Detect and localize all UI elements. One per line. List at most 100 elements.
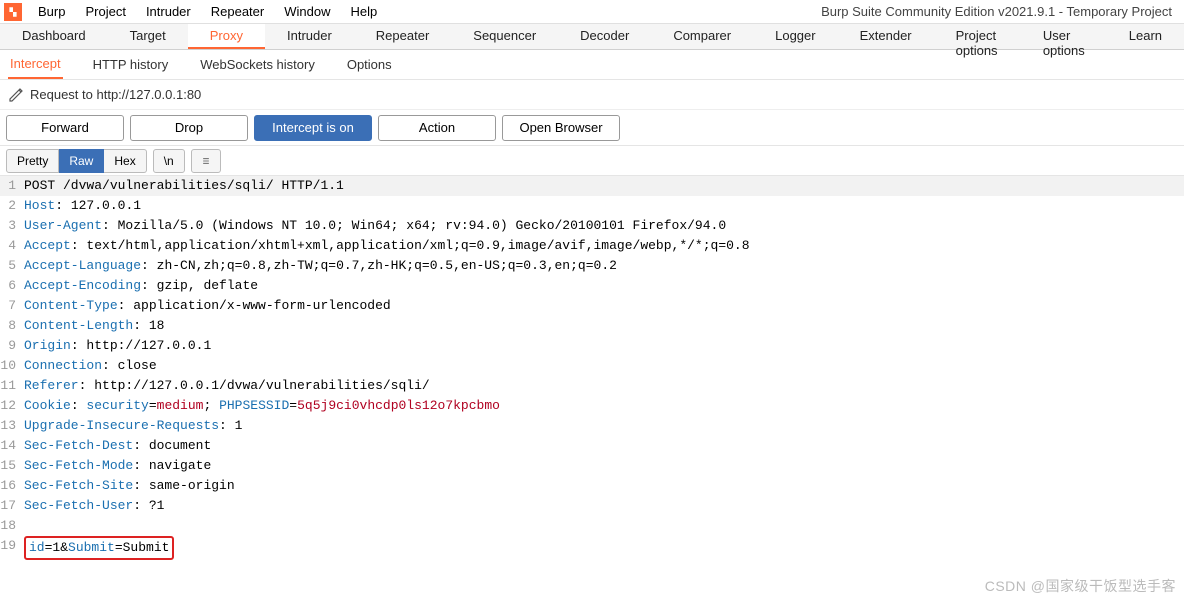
line-number: 10 bbox=[0, 356, 22, 376]
line-content[interactable]: Sec-Fetch-Site: same-origin bbox=[22, 476, 235, 496]
line-content[interactable]: Accept-Language: zh-CN,zh;q=0.8,zh-TW;q=… bbox=[22, 256, 617, 276]
line-content[interactable]: id=1&Submit=Submit bbox=[22, 536, 174, 560]
action-button[interactable]: Action bbox=[378, 115, 496, 141]
open-browser-button[interactable]: Open Browser bbox=[502, 115, 620, 141]
main-tab-decoder[interactable]: Decoder bbox=[558, 24, 651, 49]
editor-line[interactable]: 10Connection: close bbox=[0, 356, 1184, 376]
line-content[interactable] bbox=[22, 516, 32, 536]
menu-repeater[interactable]: Repeater bbox=[201, 2, 274, 21]
line-number: 19 bbox=[0, 536, 22, 556]
editor-line[interactable]: 7Content-Type: application/x-www-form-ur… bbox=[0, 296, 1184, 316]
editor-line[interactable]: 19id=1&Submit=Submit bbox=[0, 536, 1184, 560]
menu-project[interactable]: Project bbox=[75, 2, 135, 21]
editor-line[interactable]: 12Cookie: security=medium; PHPSESSID=5q5… bbox=[0, 396, 1184, 416]
editor-line[interactable]: 5Accept-Language: zh-CN,zh;q=0.8,zh-TW;q… bbox=[0, 256, 1184, 276]
menu-burp[interactable]: Burp bbox=[28, 2, 75, 21]
main-tab-project-options[interactable]: Project options bbox=[934, 24, 1021, 49]
line-number: 6 bbox=[0, 276, 22, 296]
edit-icon bbox=[8, 87, 24, 103]
request-editor[interactable]: 1POST /dvwa/vulnerabilities/sqli/ HTTP/1… bbox=[0, 176, 1184, 560]
window-title: Burp Suite Community Edition v2021.9.1 -… bbox=[821, 4, 1180, 19]
line-number: 15 bbox=[0, 456, 22, 476]
line-content[interactable]: Host: 127.0.0.1 bbox=[22, 196, 141, 216]
main-tab-dashboard[interactable]: Dashboard bbox=[0, 24, 108, 49]
app-icon bbox=[4, 3, 22, 21]
sub-tab-websockets-history[interactable]: WebSockets history bbox=[198, 51, 317, 78]
request-info-bar: Request to http://127.0.0.1:80 bbox=[0, 80, 1184, 110]
editor-line[interactable]: 6Accept-Encoding: gzip, deflate bbox=[0, 276, 1184, 296]
line-content[interactable]: User-Agent: Mozilla/5.0 (Windows NT 10.0… bbox=[22, 216, 726, 236]
line-number: 18 bbox=[0, 516, 22, 536]
line-number: 1 bbox=[0, 176, 22, 196]
editor-line[interactable]: 2Host: 127.0.0.1 bbox=[0, 196, 1184, 216]
editor-line[interactable]: 18 bbox=[0, 516, 1184, 536]
line-number: 3 bbox=[0, 216, 22, 236]
drop-button[interactable]: Drop bbox=[130, 115, 248, 141]
main-tab-comparer[interactable]: Comparer bbox=[651, 24, 753, 49]
toggle-newline[interactable]: \n bbox=[153, 149, 185, 173]
action-bar: Forward Drop Intercept is on Action Open… bbox=[0, 110, 1184, 146]
main-tab-proxy[interactable]: Proxy bbox=[188, 24, 265, 49]
sub-tab-options[interactable]: Options bbox=[345, 51, 394, 78]
menu-help[interactable]: Help bbox=[340, 2, 387, 21]
line-content[interactable]: Upgrade-Insecure-Requests: 1 bbox=[22, 416, 242, 436]
line-number: 17 bbox=[0, 496, 22, 516]
line-number: 5 bbox=[0, 256, 22, 276]
line-number: 9 bbox=[0, 336, 22, 356]
view-raw[interactable]: Raw bbox=[59, 149, 104, 173]
main-tab-extender[interactable]: Extender bbox=[838, 24, 934, 49]
main-tab-learn[interactable]: Learn bbox=[1107, 24, 1184, 49]
main-tab-intruder[interactable]: Intruder bbox=[265, 24, 354, 49]
forward-button[interactable]: Forward bbox=[6, 115, 124, 141]
line-number: 2 bbox=[0, 196, 22, 216]
editor-line[interactable]: 4Accept: text/html,application/xhtml+xml… bbox=[0, 236, 1184, 256]
hamburger-icon[interactable] bbox=[191, 149, 221, 173]
line-number: 16 bbox=[0, 476, 22, 496]
watermark: CSDN @国家级干饭型选手客 bbox=[985, 576, 1176, 596]
line-content[interactable]: Accept: text/html,application/xhtml+xml,… bbox=[22, 236, 750, 256]
main-tab-sequencer[interactable]: Sequencer bbox=[451, 24, 558, 49]
line-content[interactable]: Sec-Fetch-Dest: document bbox=[22, 436, 211, 456]
editor-line[interactable]: 14Sec-Fetch-Dest: document bbox=[0, 436, 1184, 456]
editor-line[interactable]: 15Sec-Fetch-Mode: navigate bbox=[0, 456, 1184, 476]
line-content[interactable]: Sec-Fetch-Mode: navigate bbox=[22, 456, 211, 476]
sub-tab-http-history[interactable]: HTTP history bbox=[91, 51, 171, 78]
main-tab-logger[interactable]: Logger bbox=[753, 24, 837, 49]
request-body-highlight: id=1&Submit=Submit bbox=[24, 536, 174, 560]
line-number: 7 bbox=[0, 296, 22, 316]
line-content[interactable]: POST /dvwa/vulnerabilities/sqli/ HTTP/1.… bbox=[22, 176, 344, 196]
line-number: 13 bbox=[0, 416, 22, 436]
line-content[interactable]: Connection: close bbox=[22, 356, 157, 376]
line-number: 14 bbox=[0, 436, 22, 456]
main-tab-user-options[interactable]: User options bbox=[1021, 24, 1107, 49]
line-number: 8 bbox=[0, 316, 22, 336]
line-number: 11 bbox=[0, 376, 22, 396]
line-content[interactable]: Sec-Fetch-User: ?1 bbox=[22, 496, 164, 516]
menu-intruder[interactable]: Intruder bbox=[136, 2, 201, 21]
editor-line[interactable]: 16Sec-Fetch-Site: same-origin bbox=[0, 476, 1184, 496]
editor-line[interactable]: 9Origin: http://127.0.0.1 bbox=[0, 336, 1184, 356]
editor-line[interactable]: 13Upgrade-Insecure-Requests: 1 bbox=[0, 416, 1184, 436]
line-content[interactable]: Referer: http://127.0.0.1/dvwa/vulnerabi… bbox=[22, 376, 430, 396]
editor-line[interactable]: 3User-Agent: Mozilla/5.0 (Windows NT 10.… bbox=[0, 216, 1184, 236]
editor-line[interactable]: 1POST /dvwa/vulnerabilities/sqli/ HTTP/1… bbox=[0, 176, 1184, 196]
editor-line[interactable]: 17Sec-Fetch-User: ?1 bbox=[0, 496, 1184, 516]
view-pretty[interactable]: Pretty bbox=[6, 149, 59, 173]
view-mode-bar: Pretty Raw Hex \n bbox=[0, 146, 1184, 176]
view-hex[interactable]: Hex bbox=[104, 149, 146, 173]
request-target-label: Request to http://127.0.0.1:80 bbox=[30, 87, 201, 102]
line-content[interactable]: Cookie: security=medium; PHPSESSID=5q5j9… bbox=[22, 396, 500, 416]
line-content[interactable]: Accept-Encoding: gzip, deflate bbox=[22, 276, 258, 296]
sub-tab-intercept[interactable]: Intercept bbox=[8, 50, 63, 79]
line-number: 4 bbox=[0, 236, 22, 256]
line-content[interactable]: Content-Length: 18 bbox=[22, 316, 164, 336]
editor-line[interactable]: 11Referer: http://127.0.0.1/dvwa/vulnera… bbox=[0, 376, 1184, 396]
intercept-toggle-button[interactable]: Intercept is on bbox=[254, 115, 372, 141]
line-content[interactable]: Origin: http://127.0.0.1 bbox=[22, 336, 211, 356]
sub-tabs: Intercept HTTP history WebSockets history O… bbox=[0, 50, 1184, 80]
line-content[interactable]: Content-Type: application/x-www-form-url… bbox=[22, 296, 391, 316]
main-tab-repeater[interactable]: Repeater bbox=[354, 24, 451, 49]
main-tab-target[interactable]: Target bbox=[108, 24, 188, 49]
editor-line[interactable]: 8Content-Length: 18 bbox=[0, 316, 1184, 336]
menu-window[interactable]: Window bbox=[274, 2, 340, 21]
